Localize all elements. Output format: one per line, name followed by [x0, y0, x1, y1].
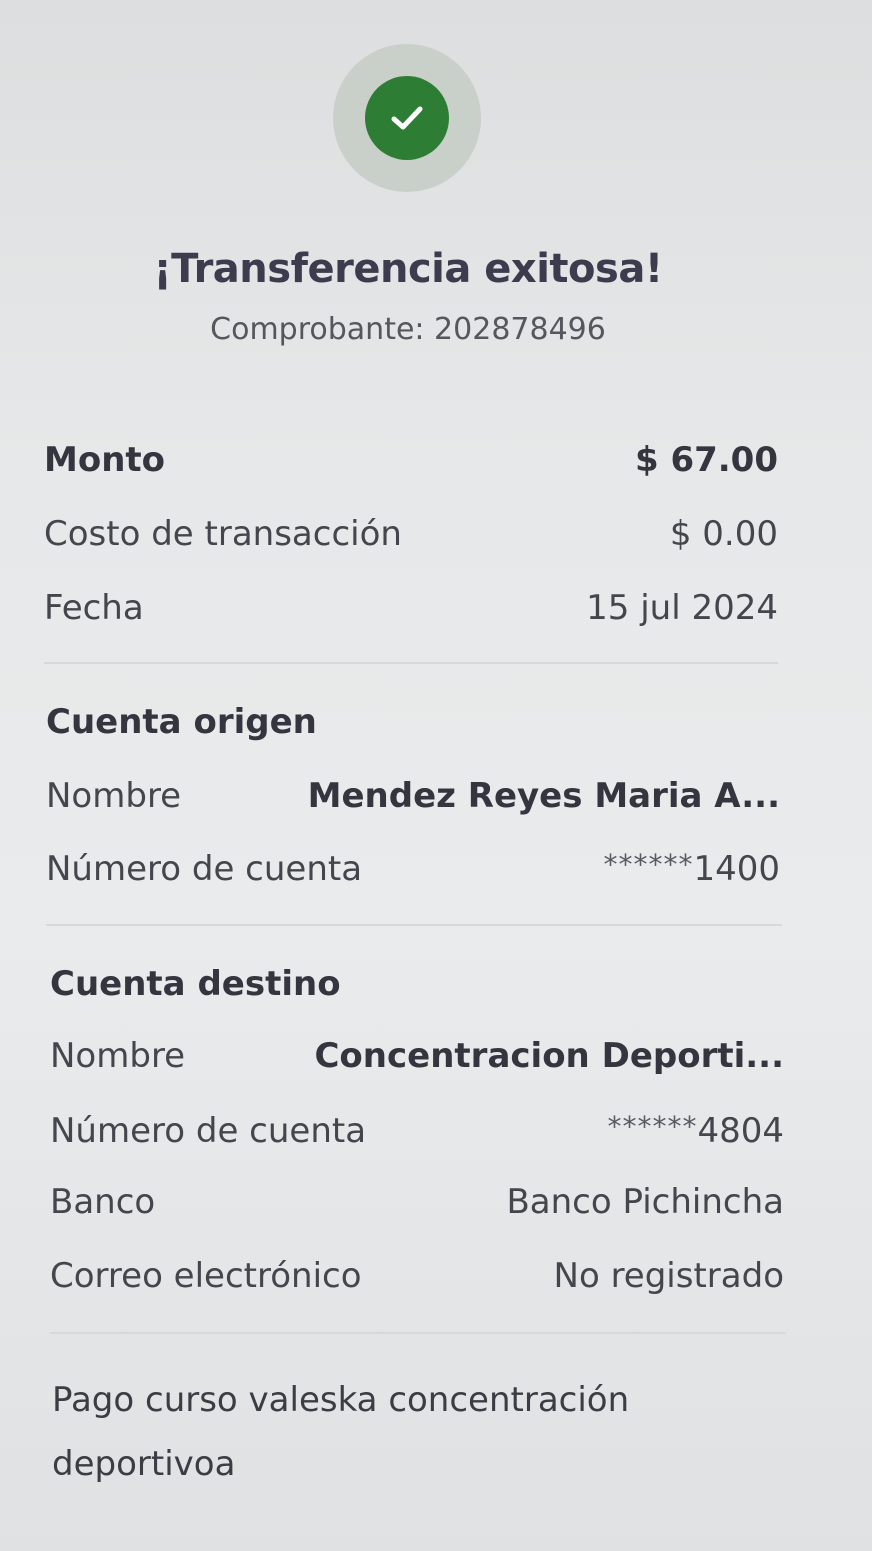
destination-email-row: Correo electrónico No registrado [50, 1256, 784, 1296]
destination-account-row: Número de cuenta ******4804 [50, 1110, 784, 1151]
receipt-number: Comprobante: 202878496 [210, 312, 606, 347]
destination-account-label: Número de cuenta [50, 1111, 367, 1151]
success-circle [365, 76, 449, 160]
origin-account-last: 1400 [693, 849, 780, 889]
amount-value: $ 67.00 [634, 440, 778, 480]
fee-label: Costo de transacción [44, 514, 402, 554]
origin-account-label: Número de cuenta [46, 849, 363, 889]
destination-name-label: Nombre [50, 1036, 186, 1076]
fee-row: Costo de transacción $ 0.00 [44, 514, 778, 554]
check-icon [391, 106, 423, 130]
origin-name-row: Nombre Mendez Reyes Maria A... [46, 776, 780, 816]
destination-email-value: No registrado [553, 1256, 784, 1296]
origin-name-label: Nombre [46, 776, 182, 816]
origin-account-row: Número de cuenta ******1400 [46, 848, 780, 889]
divider [50, 1332, 786, 1334]
date-label: Fecha [44, 588, 144, 628]
destination-name-value: Concentracion Deporti... [314, 1036, 784, 1076]
origin-account-mask: ****** [603, 848, 694, 881]
fee-value: $ 0.00 [669, 514, 778, 554]
origin-account-value: ******1400 [603, 848, 780, 889]
origin-name-value: Mendez Reyes Maria A... [307, 776, 780, 816]
amount-label: Monto [44, 440, 166, 480]
transfer-memo: Pago curso valeska concentración deporti… [52, 1380, 630, 1484]
origin-section-title: Cuenta origen [46, 702, 317, 742]
divider [46, 924, 782, 926]
destination-section-title: Cuenta destino [50, 964, 341, 1004]
page-title: ¡Transferencia exitosa! [153, 246, 663, 292]
amount-row: Monto $ 67.00 [44, 440, 778, 480]
divider [44, 662, 778, 664]
destination-bank-row: Banco Banco Pichincha [50, 1182, 784, 1222]
destination-account-last: 4804 [697, 1111, 784, 1151]
destination-name-row: Nombre Concentracion Deporti... [50, 1036, 784, 1076]
destination-bank-value: Banco Pichincha [506, 1182, 784, 1222]
destination-account-value: ******4804 [607, 1110, 784, 1151]
date-row: Fecha 15 jul 2024 [44, 588, 778, 628]
destination-bank-label: Banco [50, 1182, 156, 1222]
destination-email-label: Correo electrónico [50, 1256, 362, 1296]
destination-account-mask: ****** [607, 1110, 698, 1143]
success-badge [333, 44, 481, 192]
date-value: 15 jul 2024 [586, 588, 778, 628]
